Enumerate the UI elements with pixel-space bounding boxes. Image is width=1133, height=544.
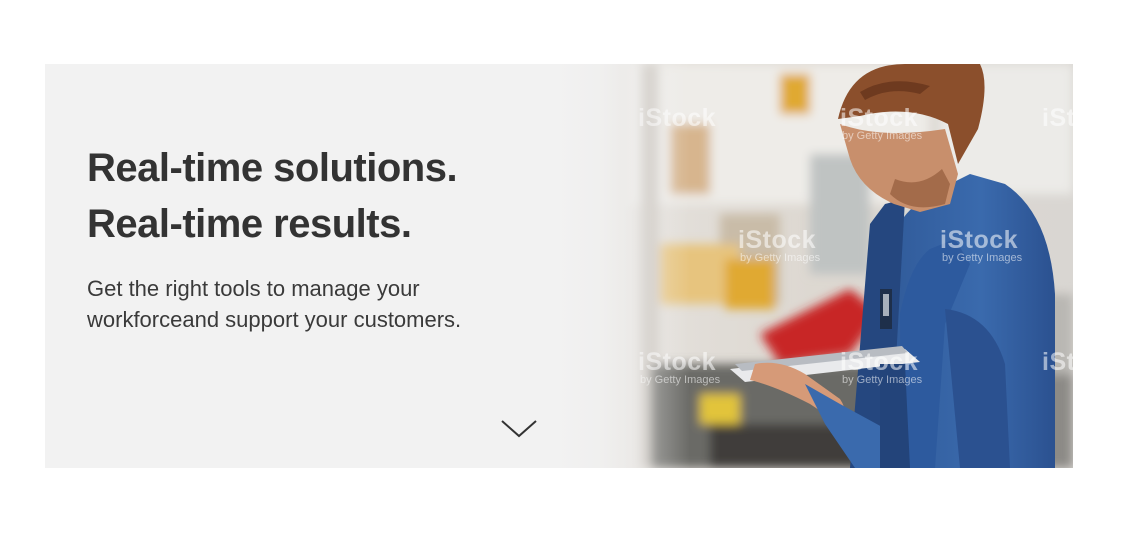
hero-headline: Real-time solutions. Real-time results. bbox=[87, 140, 458, 252]
hero-subtext: Get the right tools to manage your workf… bbox=[87, 276, 462, 332]
hero-banner: iStock iStock by Getty Images iStock iSt… bbox=[45, 64, 1073, 468]
headline-line-2: Real-time results. bbox=[87, 202, 412, 246]
photo-fade-overlay bbox=[550, 64, 690, 468]
headline-line-1: Real-time solutions. bbox=[87, 146, 458, 190]
scroll-down-button[interactable] bbox=[499, 416, 539, 442]
chevron-down-icon bbox=[501, 420, 537, 438]
